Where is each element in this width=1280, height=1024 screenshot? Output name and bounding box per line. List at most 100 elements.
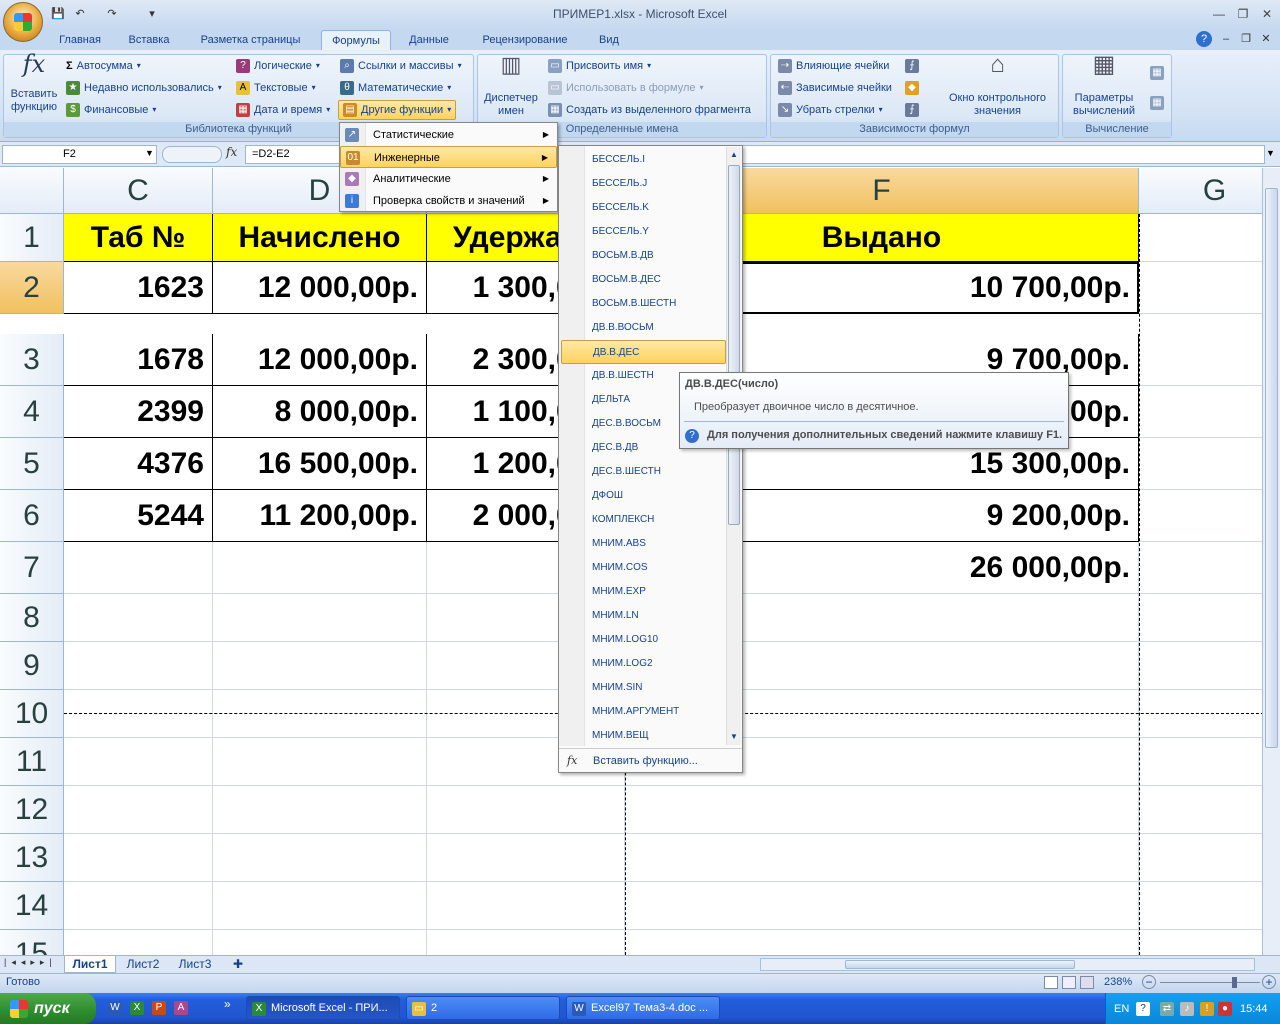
- security-icon[interactable]: !: [1200, 1002, 1214, 1016]
- quicklaunch-more-icon[interactable]: »: [224, 997, 231, 1011]
- row-header[interactable]: 14: [0, 882, 64, 930]
- use-in-formula-button[interactable]: ▭ Использовать в формуле ▾: [548, 78, 704, 98]
- word-icon[interactable]: W: [108, 1001, 122, 1015]
- cell[interactable]: [1139, 738, 1262, 786]
- zoom-slider[interactable]: [1160, 982, 1260, 983]
- create-from-selection-button[interactable]: ▦ Создать из выделенного фрагмента: [548, 100, 751, 120]
- remove-arrows-button[interactable]: ↘ Убрать стрелки ▾: [778, 100, 883, 120]
- sheet-tab-1[interactable]: Лист1: [64, 956, 116, 973]
- row-header[interactable]: 15: [0, 930, 64, 955]
- watch-window-button[interactable]: ⌂ Окно контрольного значения: [940, 53, 1055, 118]
- cell[interactable]: [1139, 438, 1262, 490]
- calc-sheet-icon[interactable]: ▦: [1150, 96, 1164, 110]
- zoom-out-icon[interactable]: −: [1142, 975, 1156, 989]
- taskbar-folder-button[interactable]: 2: [406, 996, 560, 1020]
- recent-button[interactable]: ★ Недавно использовались ▾: [66, 78, 222, 98]
- cell[interactable]: [1139, 542, 1262, 594]
- logical-button[interactable]: ? Логические ▾: [236, 56, 320, 76]
- trace-precedents-button[interactable]: ⇢ Влияющие ячейки: [778, 56, 889, 76]
- vertical-scroll-thumb[interactable]: [1265, 188, 1278, 748]
- close-button[interactable]: ✕: [1256, 6, 1278, 22]
- insert-sheet-icon[interactable]: ✚: [226, 956, 250, 973]
- row-header[interactable]: 7: [0, 542, 64, 594]
- function-item[interactable]: МНИМ.EXP: [561, 580, 726, 604]
- cell[interactable]: [625, 786, 1139, 834]
- page-break-view-icon[interactable]: [1080, 976, 1094, 989]
- calc-options-button[interactable]: ▦ Параметры вычислений: [1064, 53, 1144, 118]
- name-box[interactable]: F2: [2, 145, 157, 164]
- sheet-tab-2[interactable]: Лист2: [118, 956, 168, 973]
- cell[interactable]: [64, 690, 213, 738]
- function-item[interactable]: ДВ.В.ВОСЬМ: [561, 316, 726, 340]
- define-name-button[interactable]: ▭ Присвоить имя ▾: [548, 56, 651, 76]
- zoom-slider-thumb[interactable]: [1232, 977, 1237, 988]
- cell[interactable]: [213, 542, 427, 594]
- cell[interactable]: [213, 642, 427, 690]
- row-header[interactable]: 10: [0, 690, 64, 738]
- function-item[interactable]: МНИМ.ABS: [561, 532, 726, 556]
- vertical-scrollbar[interactable]: [1262, 168, 1280, 955]
- cell[interactable]: [427, 786, 625, 834]
- network-icon[interactable]: ⇄: [1160, 1002, 1174, 1016]
- menu-item-engineering[interactable]: 01 Инженерные ▶: [340, 146, 557, 168]
- data-cell[interactable]: 4376: [64, 438, 213, 490]
- taskbar-word-button[interactable]: Excel97 Тема3-4.doc ...: [566, 996, 720, 1020]
- zoom-level[interactable]: 238%: [1104, 976, 1132, 988]
- menu-item-statistical[interactable]: ↗ Статистические ▶: [340, 124, 557, 146]
- row-header[interactable]: 8: [0, 594, 64, 642]
- access-icon[interactable]: A: [174, 1001, 188, 1015]
- excel-icon[interactable]: X: [130, 1001, 144, 1015]
- function-item[interactable]: МНИМ.LOG10: [561, 628, 726, 652]
- function-item[interactable]: БЕССЕЛЬ.K: [561, 196, 726, 220]
- cell[interactable]: [213, 834, 427, 882]
- cell[interactable]: [1139, 882, 1262, 930]
- row-header[interactable]: 2: [0, 262, 64, 314]
- maximize-button[interactable]: ❐: [1232, 6, 1254, 22]
- scroll-up-icon[interactable]: ▲: [727, 147, 741, 163]
- lookup-button[interactable]: ⌕ Ссылки и массивы ▾: [340, 56, 462, 76]
- financial-button[interactable]: $ Финансовые ▾: [66, 100, 156, 120]
- error-checking-icon[interactable]: ◆: [905, 81, 919, 95]
- tab-formulas[interactable]: Формулы: [321, 30, 391, 51]
- cell[interactable]: [213, 738, 427, 786]
- cell[interactable]: [625, 930, 1139, 955]
- cell[interactable]: [213, 786, 427, 834]
- text-button[interactable]: A Текстовые ▾: [236, 78, 316, 98]
- cell[interactable]: [64, 594, 213, 642]
- function-item[interactable]: МНИМ.LN: [561, 604, 726, 628]
- row-header[interactable]: 6: [0, 490, 64, 542]
- column-header[interactable]: C: [64, 168, 213, 214]
- cell[interactable]: [64, 882, 213, 930]
- doc-minimize-icon[interactable]: –: [1218, 31, 1234, 47]
- expand-formula-bar-icon[interactable]: ▼: [1266, 148, 1275, 158]
- function-item[interactable]: БЕССЕЛЬ.J: [561, 172, 726, 196]
- taskbar-excel-button[interactable]: Microsoft Excel - ПРИ...: [246, 996, 400, 1020]
- cell[interactable]: [213, 930, 427, 955]
- tab-view[interactable]: Вид: [588, 30, 630, 51]
- row-header[interactable]: 4: [0, 386, 64, 438]
- tab-data[interactable]: Данные: [398, 30, 460, 51]
- data-cell[interactable]: 2399: [64, 386, 213, 438]
- data-cell[interactable]: 5244: [64, 490, 213, 542]
- cell[interactable]: [64, 834, 213, 882]
- data-cell[interactable]: 12 000,00р.: [213, 334, 427, 386]
- cell[interactable]: [64, 642, 213, 690]
- doc-close-icon[interactable]: ✕: [1258, 31, 1274, 47]
- minimize-button[interactable]: —: [1208, 6, 1230, 22]
- column-header[interactable]: G: [1139, 168, 1262, 214]
- cell[interactable]: [64, 542, 213, 594]
- function-item[interactable]: ВОСЬМ.В.ШЕСТН: [561, 292, 726, 316]
- function-item[interactable]: МНИМ.АРГУМЕНТ: [561, 700, 726, 724]
- data-cell[interactable]: 16 500,00р.: [213, 438, 427, 490]
- cell[interactable]: [427, 882, 625, 930]
- function-item[interactable]: ДВ.В.ДЕС: [561, 340, 726, 364]
- menu-item-cube[interactable]: ◆ Аналитические ▶: [340, 168, 557, 190]
- powerpoint-icon[interactable]: P: [152, 1001, 166, 1015]
- cell[interactable]: [213, 594, 427, 642]
- data-cell[interactable]: 8 000,00р.: [213, 386, 427, 438]
- tab-review[interactable]: Рецензирование: [470, 30, 580, 51]
- normal-view-icon[interactable]: [1044, 976, 1058, 989]
- cell[interactable]: [1139, 386, 1262, 438]
- row-header[interactable]: 5: [0, 438, 64, 490]
- cell[interactable]: [1139, 490, 1262, 542]
